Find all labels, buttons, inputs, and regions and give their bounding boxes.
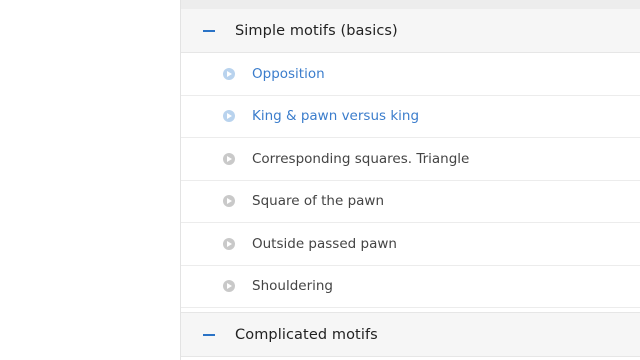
section-title: Simple motifs (basics) (235, 22, 398, 39)
play-circle-icon (223, 195, 235, 208)
section-header-complicated-motifs[interactable]: Complicated motifs (181, 313, 640, 357)
left-blank-area (0, 0, 180, 360)
lesson-label: Corresponding squares. Triangle (252, 150, 470, 167)
minus-icon[interactable] (203, 29, 215, 32)
lesson-label[interactable]: Opposition (252, 66, 325, 82)
lesson-item-corresponding-squares: Corresponding squares. Triangle (181, 138, 640, 181)
lesson-item-shouldering: Shouldering (181, 265, 640, 308)
minus-icon[interactable] (203, 333, 215, 336)
previous-section-edge (180, 0, 640, 9)
section-header-simple-motifs[interactable]: Simple motifs (basics) (181, 9, 640, 53)
play-circle-icon (223, 237, 235, 250)
lesson-label: Outside passed pawn (252, 235, 397, 252)
lesson-item-opposition[interactable]: Opposition (181, 53, 640, 96)
play-circle-icon (223, 110, 235, 123)
curriculum-panel: Simple motifs (basics) Opposition King &… (180, 9, 640, 360)
lesson-label: Shouldering (252, 278, 333, 295)
lesson-label: Square of the pawn (252, 193, 385, 210)
section-title: Complicated motifs (235, 326, 378, 343)
play-circle-icon (223, 152, 235, 165)
play-circle-icon (223, 67, 235, 80)
lesson-label[interactable]: King & pawn versus king (252, 108, 419, 124)
lesson-item-outside-passed-pawn: Outside passed pawn (181, 223, 640, 266)
lesson-item-king-pawn[interactable]: King & pawn versus king (181, 95, 640, 138)
play-circle-icon (223, 280, 235, 293)
lesson-item-square-of-pawn: Square of the pawn (181, 180, 640, 223)
